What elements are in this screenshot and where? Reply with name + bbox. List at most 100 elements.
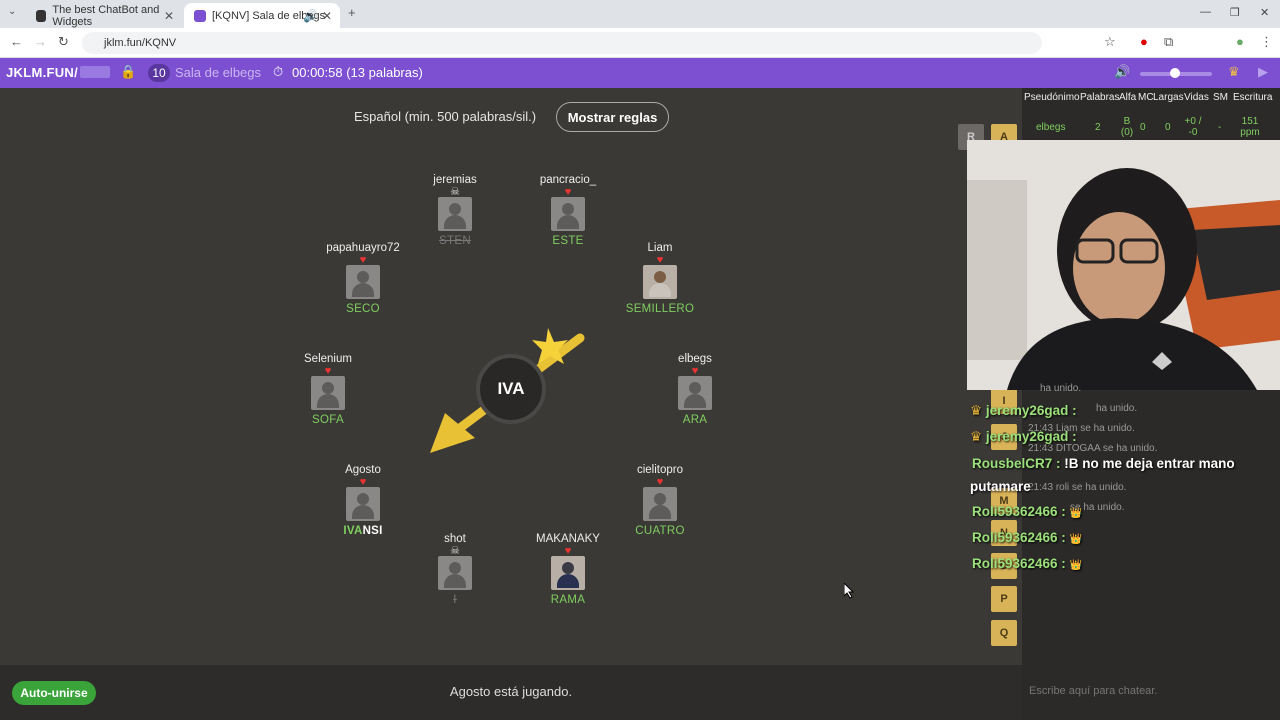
chat-system-line: 21:43 roli se ha unido. — [1028, 482, 1126, 493]
heart-icon: ♥ — [564, 545, 572, 557]
restore-icon[interactable]: ❐ — [1230, 6, 1240, 19]
chat-text: !B no me deja entrar mano — [1064, 456, 1235, 471]
back-icon[interactable]: ← — [10, 34, 23, 49]
site-name[interactable]: JKLM.FUN/ — [6, 65, 78, 80]
menu-dots-icon[interactable]: ⋮ — [1260, 34, 1273, 50]
heart-icon: ♥ — [656, 476, 664, 488]
chat-user: jeremy26gad : — [985, 403, 1077, 418]
lb-words: 2 — [1095, 122, 1101, 133]
player-seat: cielitopro ♥ CUATRO — [605, 464, 715, 539]
leaderboard-header: Pseudónimo Palabras Alfa MC Largas Vidas… — [1022, 92, 1280, 108]
lock-icon: 🔒 — [120, 64, 137, 79]
crown-icon: ♛ — [970, 429, 983, 444]
col-vidas: Vidas — [1184, 92, 1209, 103]
tab-label: The best ChatBot and Widgets — [52, 3, 160, 28]
chat-message: ♛ jeremy26gad : — [970, 403, 1077, 419]
game-area: Español (min. 500 palabras/sil.) Mostrar… — [0, 88, 1022, 665]
close-window-icon[interactable]: ✕ — [1260, 6, 1269, 19]
reload-icon[interactable]: ↻ — [58, 34, 69, 50]
lb-sm: - — [1218, 122, 1222, 133]
chat-text: 👑 — [1069, 560, 1083, 571]
new-tab-icon[interactable]: + — [348, 5, 356, 20]
chat-text: putamare — [970, 479, 1031, 494]
player-seat: Liam ♥ SEMILLERO — [605, 242, 715, 317]
chat-user: Roli59362466 : — [972, 504, 1066, 519]
volume-slider-handle[interactable] — [1170, 68, 1180, 78]
minimize-icon[interactable]: — — [1200, 6, 1211, 18]
heart-icon: ♥ — [324, 365, 332, 377]
chat-message: ♛ jeremy26gad : — [970, 429, 1077, 445]
avatar — [346, 265, 380, 299]
bomb-syllable: IVA — [476, 354, 546, 424]
rules-summary: Español (min. 500 palabras/sil.) — [354, 109, 537, 124]
player-seat: elbegs ♥ ARA — [640, 353, 750, 428]
lb-mc: 0 — [1140, 122, 1146, 133]
tab-list-icon[interactable]: ⌄ — [8, 6, 16, 17]
browser-tab-bar: ⌄ The best ChatBot and Widgets ✕ [KQNV] … — [0, 0, 1280, 28]
typed-syllable: IVA — [343, 525, 363, 537]
leaderboard-row: elbegs 2 B (0) 0 0 +0 / -0 - 151 ppm — [1022, 114, 1280, 138]
avatar — [346, 487, 380, 521]
avatar — [438, 556, 472, 590]
room-code-blurred — [80, 66, 110, 78]
avatar — [311, 376, 345, 410]
chat-input[interactable] — [1022, 675, 1280, 707]
lb-vidas: +0 / -0 — [1184, 116, 1202, 138]
room-name: Sala de elbegs — [175, 65, 262, 80]
chat-text: 👑 — [1069, 508, 1083, 519]
player-word: SECO — [346, 303, 380, 315]
forward-icon[interactable]: → — [34, 34, 47, 49]
collapse-panel-icon[interactable]: ▶ — [1258, 64, 1268, 80]
chat-message: Roli59362466 : 👑 — [972, 556, 1082, 571]
bottom-bar: Auto-unirse Agosto está jugando. — [0, 665, 1022, 720]
show-rules-button[interactable]: Mostrar reglas — [556, 102, 669, 132]
col-pseudonimo: Pseudónimo — [1024, 92, 1080, 103]
game-timer: 00:00:58 (13 palabras) — [292, 65, 423, 80]
player-word: SEMILLERO — [625, 303, 695, 315]
chat-system-line: ha unido. — [1096, 403, 1137, 414]
chat-user: jeremy26gad : — [985, 429, 1077, 444]
skull-icon: ☠ — [450, 186, 460, 198]
mouse-pointer-icon — [844, 583, 855, 599]
avatar — [643, 265, 677, 299]
letter-tile: P — [991, 586, 1017, 612]
turn-status: Agosto está jugando. — [449, 684, 573, 699]
player-seat: shot ☠ I — [400, 533, 510, 608]
player-seat: pancracio_ ♥ ESTE — [513, 174, 623, 249]
tab-chatbot[interactable]: The best ChatBot and Widgets ✕ — [26, 3, 182, 28]
letter-tile: Q — [991, 620, 1017, 646]
lb-name: elbegs — [1036, 122, 1066, 133]
typed-rest: NSI — [362, 525, 383, 537]
heart-icon: ♥ — [564, 186, 572, 198]
tab-room[interactable]: [KQNV] Sala de elbegs 🔊 ✕ — [184, 3, 340, 28]
url-field[interactable]: jklm.fun/KQNV — [82, 32, 1042, 54]
heart-icon: ♥ — [359, 476, 367, 488]
volume-icon[interactable]: 🔊 — [1114, 64, 1130, 80]
heart-icon: ♥ — [359, 254, 367, 266]
system-text: ha unido. — [1040, 383, 1082, 394]
player-seat: Selenium ♥ SOFA — [273, 353, 383, 428]
lb-alfa: B (0) — [1120, 116, 1134, 138]
chat-message: Roli59362466 : 👑 — [972, 504, 1082, 519]
crown-icon[interactable]: ♛ — [1228, 64, 1240, 80]
col-largas: Largas — [1153, 92, 1184, 103]
lb-largas: 0 — [1165, 122, 1171, 133]
address-bar: ← → ↻ jklm.fun/KQNV ☆ ● ⧉ ● ⋮ — [0, 28, 1280, 58]
player-seat: jeremias ☠ STEN — [400, 174, 510, 249]
opera-icon[interactable]: ● — [1140, 34, 1148, 49]
player-word: I — [453, 594, 457, 606]
extensions-icon[interactable]: ⧉ — [1164, 34, 1173, 50]
avatar — [643, 487, 677, 521]
close-tab-icon[interactable]: ✕ — [322, 9, 332, 23]
chat-user: Roli59362466 : — [972, 556, 1066, 571]
heart-icon: ♥ — [656, 254, 664, 266]
profile-avatar-icon[interactable]: ● — [1236, 34, 1244, 49]
col-sm: SM — [1213, 92, 1228, 103]
close-tab-icon[interactable]: ✕ — [164, 9, 174, 23]
player-word: ARA — [682, 414, 708, 426]
system-time: 21:43 — [1028, 482, 1054, 493]
player-seat: Agosto ♥ IVANSI — [308, 464, 418, 539]
bookmark-star-icon[interactable]: ☆ — [1104, 34, 1116, 50]
room-topbar: JKLM.FUN/ 🔒 10 Sala de elbegs ⏱ 00:00:58… — [0, 58, 1280, 88]
avatar — [438, 197, 472, 231]
